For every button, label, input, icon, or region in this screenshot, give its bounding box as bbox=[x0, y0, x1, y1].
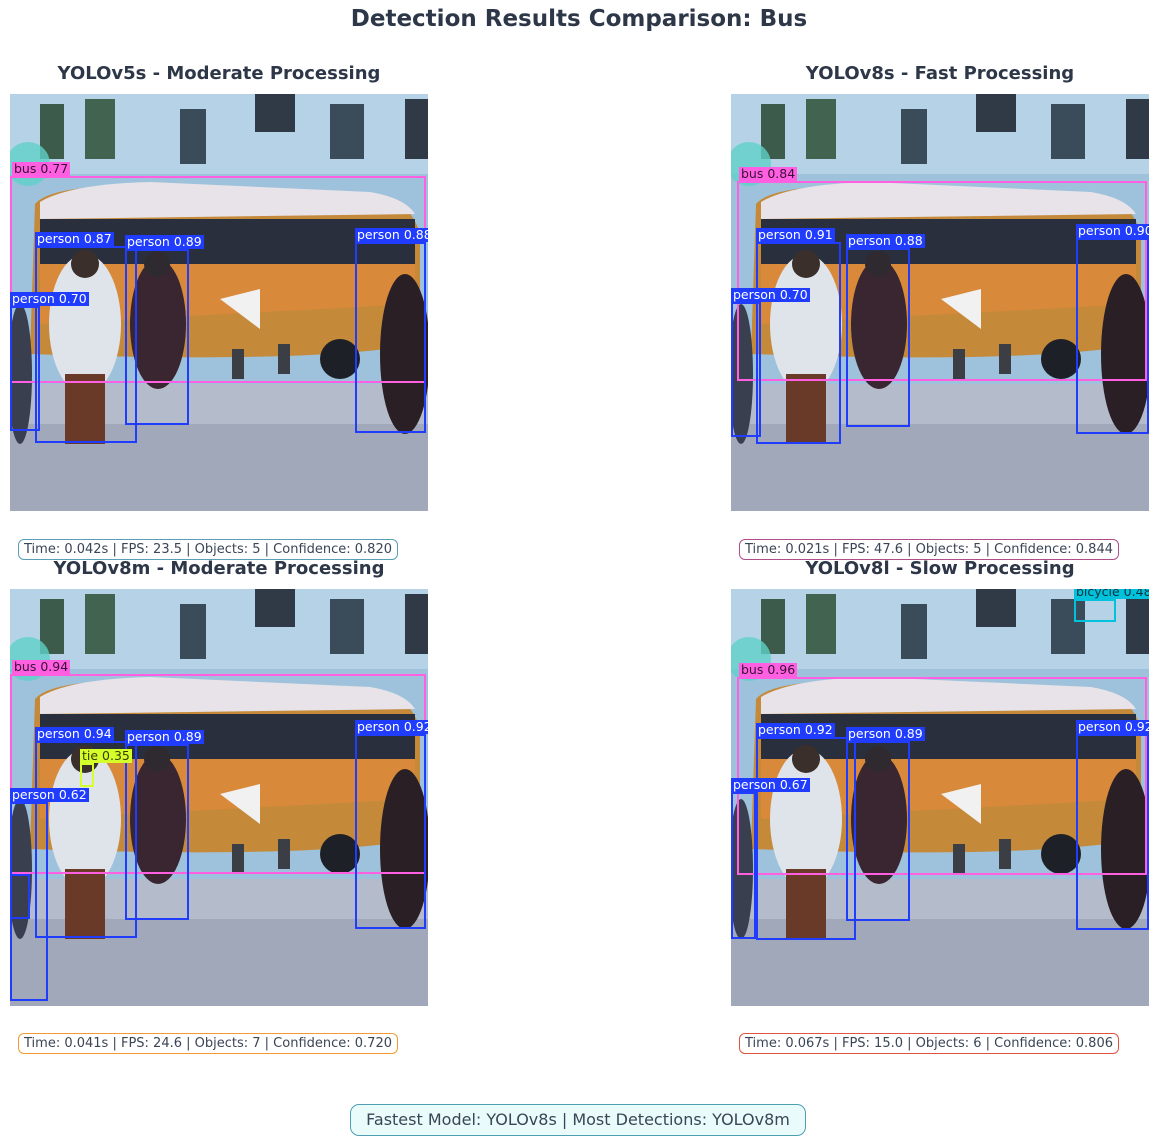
detection-box-person bbox=[355, 242, 426, 433]
detection-box-person bbox=[355, 734, 426, 929]
detection-label-person: person 0.70 bbox=[731, 287, 810, 302]
detection-box-person bbox=[731, 792, 756, 939]
stats-yolov8l: Time: 0.067s | FPS: 15.0 | Objects: 6 | … bbox=[739, 1033, 1119, 1054]
detection-label-person: person 0.92 bbox=[355, 720, 428, 734]
detection-label-tie: tie 0.35 bbox=[80, 748, 132, 763]
detection-label-bus: bus 0.77 bbox=[12, 161, 71, 176]
detection-label-person: person 0.92 bbox=[756, 722, 835, 737]
detection-label-person: person 0.92 bbox=[1076, 720, 1149, 734]
stats-yolov8s: Time: 0.021s | FPS: 47.6 | Objects: 5 | … bbox=[739, 539, 1119, 560]
detection-label-person: person 0.94 bbox=[35, 726, 114, 741]
detection-label-person: person 0.70 bbox=[10, 291, 89, 306]
detection-box-tie bbox=[80, 763, 94, 787]
detection-label-person: person 0.67 bbox=[731, 777, 810, 792]
detection-box-person bbox=[35, 246, 137, 443]
detection-image-yolov8m: bus 0.94 person 0.94 person 0.89 person 0.9… bbox=[10, 589, 428, 1006]
stats-yolov8m: Time: 0.041s | FPS: 24.6 | Objects: 7 | … bbox=[18, 1033, 398, 1054]
detection-box-person bbox=[125, 249, 189, 425]
detection-label-person: person 0.87 bbox=[35, 231, 114, 246]
figure-title: Detection Results Comparison: Bus bbox=[350, 6, 808, 32]
stats-yolov5s: Time: 0.042s | FPS: 23.5 | Objects: 5 | … bbox=[18, 539, 398, 560]
detection-box-person bbox=[125, 744, 189, 920]
detection-label-bus: bus 0.96 bbox=[739, 662, 798, 677]
detection-label-bus: bus 0.94 bbox=[12, 659, 71, 674]
detection-label-bicycle: bicycle 0.48 bbox=[1074, 589, 1149, 599]
detection-label-person: person 0.89 bbox=[125, 729, 204, 744]
detection-label-bus: bus 0.84 bbox=[739, 166, 798, 181]
detection-image-yolov8s: bus 0.84 person 0.91 person 0.88 person 0.9… bbox=[731, 94, 1149, 511]
detection-box-person bbox=[10, 306, 40, 431]
detection-box-person bbox=[846, 248, 910, 427]
detection-box-person bbox=[1076, 734, 1149, 930]
detection-label-person: person 0.90 bbox=[1076, 224, 1149, 238]
summary-box: Fastest Model: YOLOv8s | Most Detections… bbox=[350, 1104, 806, 1136]
detection-box-bicycle bbox=[1074, 599, 1116, 622]
panel-title-yolov5s: YOLOv5s - Moderate Processing bbox=[57, 63, 381, 84]
panel-title-yolov8m: YOLOv8m - Moderate Processing bbox=[53, 558, 385, 579]
detection-label-person: person 0.88 bbox=[846, 233, 925, 248]
detection-label-person: person 0.91 bbox=[756, 227, 835, 242]
panel-title-yolov8s: YOLOv8s - Fast Processing bbox=[805, 63, 1075, 84]
detection-label-person: person 0.88 bbox=[355, 228, 428, 242]
detection-box-person bbox=[10, 874, 30, 919]
detection-image-yolov8l: bicycle 0.48 bus 0.96 person 0.92 person 0.… bbox=[731, 589, 1149, 1006]
detection-label-person: person 0.89 bbox=[125, 234, 204, 249]
detection-label-person: person 0.89 bbox=[846, 726, 925, 741]
detection-label-person: person 0.62 bbox=[10, 787, 89, 802]
panel-title-yolov8l: YOLOv8l - Slow Processing bbox=[805, 558, 1075, 579]
detection-box-person bbox=[756, 737, 856, 940]
detection-box-person bbox=[1076, 238, 1149, 434]
detection-box-person bbox=[756, 242, 841, 444]
detection-image-yolov5s: bus 0.77 person 0.87 person 0.89 person 0.8… bbox=[10, 94, 428, 511]
detection-box-person bbox=[846, 741, 910, 921]
detection-box-person bbox=[731, 302, 761, 437]
